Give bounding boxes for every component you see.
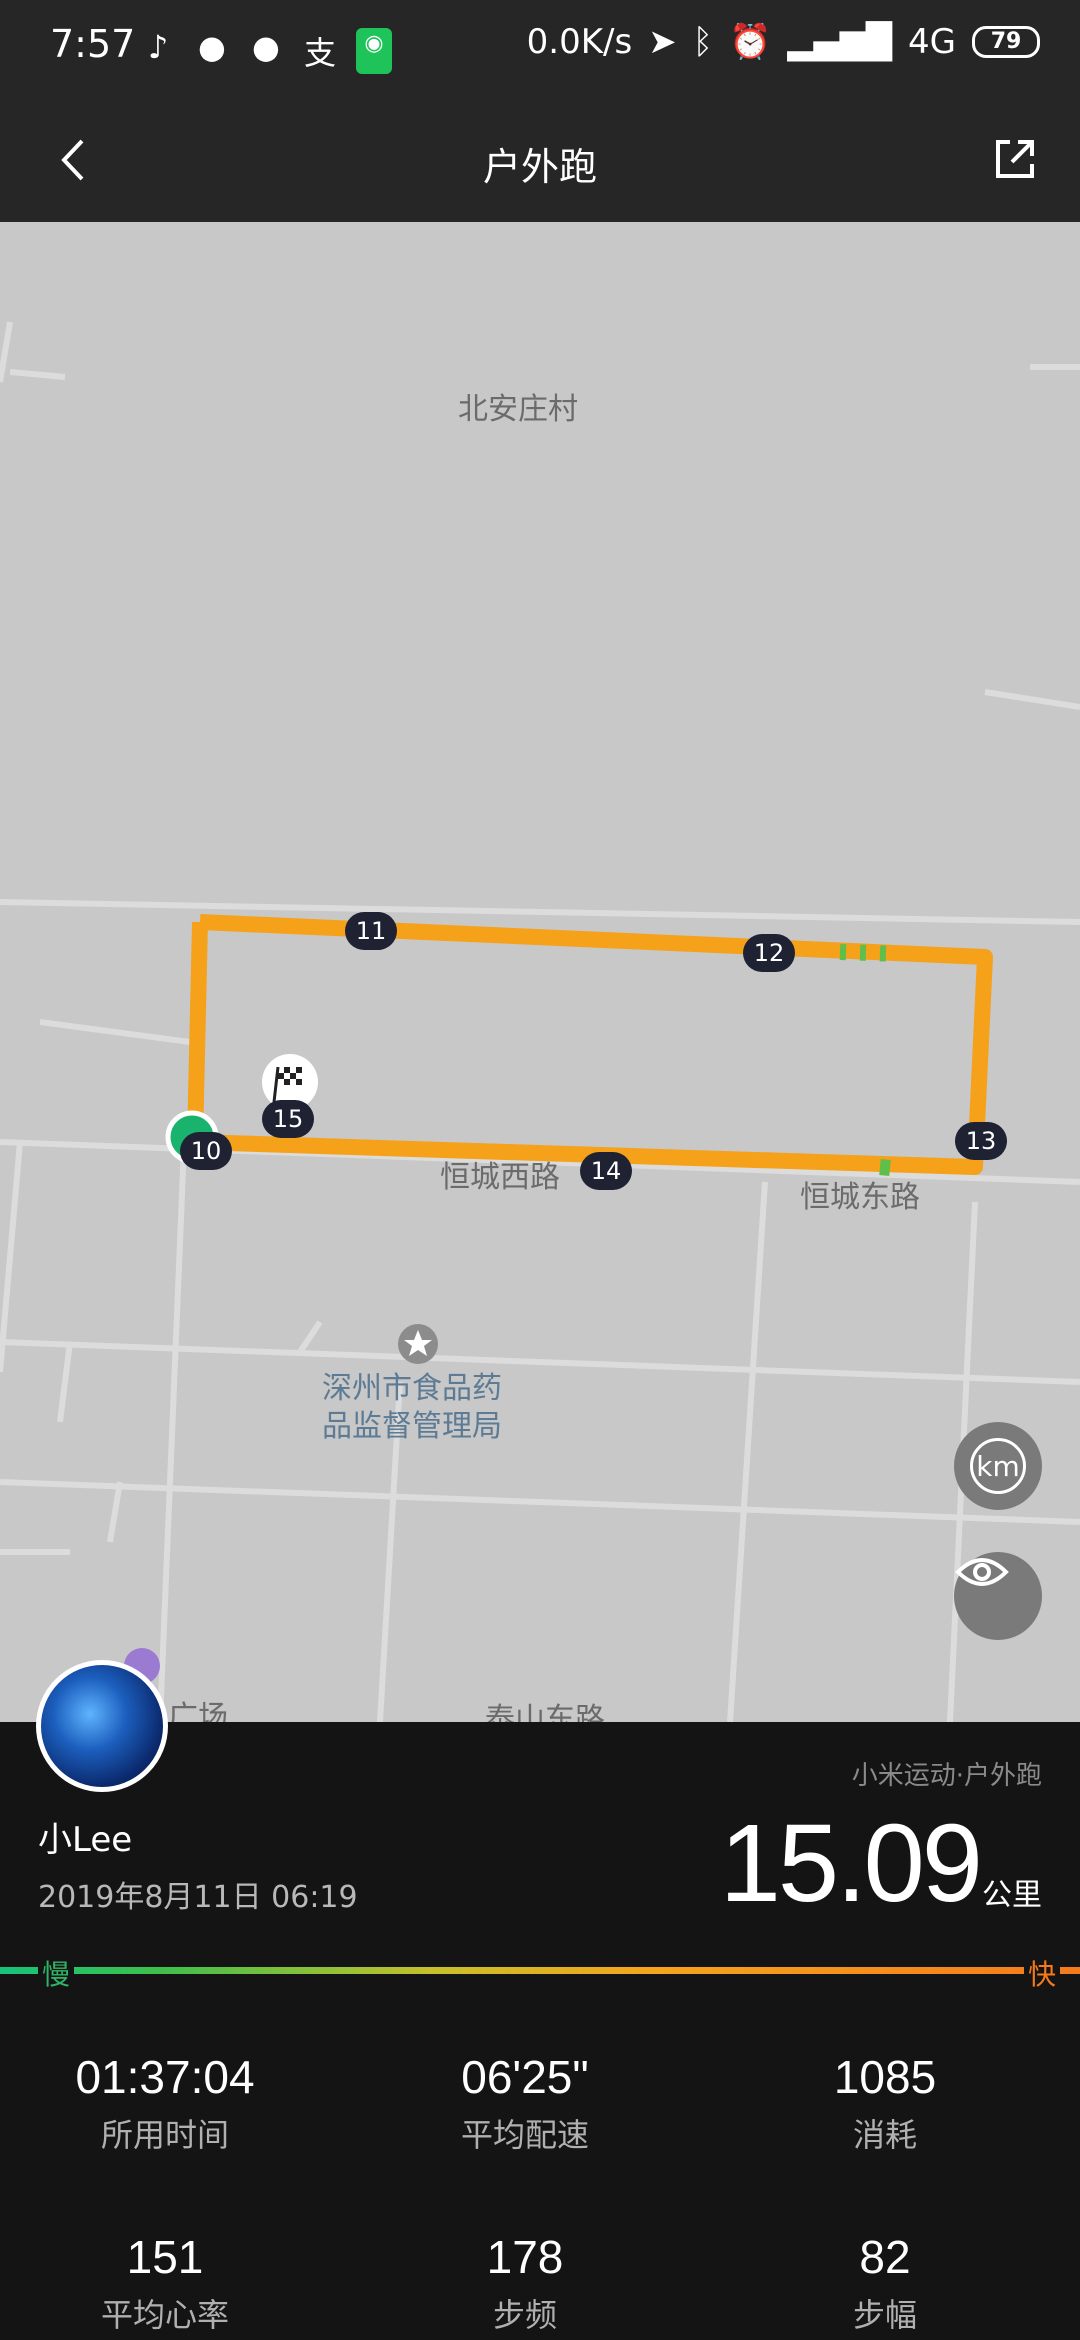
stat-duration: 01:37:04 所用时间: [0, 2050, 345, 2156]
stat-label: 所用时间: [100, 2116, 229, 2154]
pace-fast-label: 快: [1023, 1953, 1060, 1993]
app-header: 户外跑: [0, 100, 1080, 222]
distance-unit: 公里: [982, 1878, 1042, 1913]
map-label-road-west: 恒城西路: [440, 1160, 560, 1195]
bluetooth-icon: ᛒ: [692, 22, 714, 62]
km-icon: km: [970, 1438, 1026, 1494]
wechat-icon-2: ●: [252, 28, 280, 66]
location-icon: ➤: [648, 22, 677, 62]
km-marker: 12: [743, 934, 795, 972]
stat-cadence: 178 步频: [345, 2230, 705, 2336]
page-title: 户外跑: [482, 145, 597, 189]
status-time: 7:57: [50, 22, 136, 66]
km-marker: 13: [955, 1122, 1007, 1160]
net-speed: 0.0K/s: [526, 22, 633, 62]
alarm-icon: ⏰: [729, 22, 772, 62]
signal-icon: ▂▄▆█: [787, 22, 893, 62]
map-label-poi-line2: 品监督管理局: [322, 1409, 502, 1444]
battery-icon: 79: [972, 26, 1040, 58]
stat-value: 151: [126, 2231, 204, 2283]
km-marker: 14: [580, 1152, 632, 1190]
stat-label: 步频: [492, 2296, 557, 2334]
status-bar: 7:57 ♪ ● ● 支 ◉ 0.0K/s ➤ ᛒ ⏰ ▂▄▆█ 4G 79: [0, 0, 1080, 100]
map-label-plaza: 广场: [168, 1700, 228, 1722]
stat-heart-rate: 151 平均心率: [0, 2230, 345, 2336]
map-roads: [0, 321, 1080, 1722]
stat-label: 步幅: [852, 2296, 917, 2334]
stat-value: 01:37:04: [75, 2051, 255, 2103]
alipay-icon: 支: [303, 34, 336, 72]
stat-value: 06'25": [461, 2051, 589, 2103]
visibility-toggle-button[interactable]: [954, 1552, 1042, 1640]
data-source: 小米运动·户外跑: [851, 1761, 1042, 1791]
route-map[interactable]: 北安庄村 恒城西路 恒城东路 深州市食品药 品监督管理局 广场 泰山东路 10 …: [0, 222, 1080, 1722]
username: 小Lee: [38, 1820, 133, 1860]
eye-icon: [955, 1558, 1009, 1586]
stat-label: 消耗: [852, 2116, 917, 2154]
map-label-road-east: 恒城东路: [800, 1180, 920, 1215]
stat-value: 1085: [833, 2051, 937, 2103]
stat-pace: 06'25" 平均配速: [345, 2050, 705, 2156]
stat-label: 平均心率: [100, 2296, 229, 2334]
km-marker: 11: [345, 912, 397, 950]
share-button[interactable]: [990, 134, 1040, 184]
network-type: 4G: [908, 22, 956, 62]
notification-icons: ♪ ● ● 支 ◉: [140, 28, 392, 74]
map-label-village: 北安庄村: [458, 392, 578, 427]
status-right: 0.0K/s ➤ ᛒ ⏰ ▂▄▆█ 4G 79: [527, 22, 1040, 62]
stat-value: 82: [859, 2231, 911, 2283]
total-distance: 15.09: [719, 1802, 983, 1925]
avatar[interactable]: [36, 1660, 168, 1792]
wechat-icon: ●: [198, 28, 226, 66]
stat-calories: 1085 消耗: [705, 2050, 1065, 2156]
km-toggle-button[interactable]: km: [954, 1422, 1042, 1510]
workout-datetime: 2019年8月11日 06:19: [38, 1880, 358, 1915]
tiktok-icon: ♪: [147, 28, 169, 66]
map-label-road-south: 泰山东路: [485, 1702, 605, 1722]
stat-value: 178: [486, 2231, 564, 2283]
km-marker: 15: [262, 1100, 314, 1138]
km-marker: 10: [180, 1132, 232, 1170]
map-label-poi-line1: 深州市食品药: [322, 1371, 502, 1406]
pace-gradient-bar: [0, 1967, 1080, 1974]
pace-slow-label: 慢: [38, 1953, 75, 1993]
stat-label: 平均配速: [460, 2116, 589, 2154]
share-icon: [996, 140, 1034, 178]
app-icon: ◉: [356, 28, 392, 74]
stat-stride: 82 步幅: [705, 2230, 1065, 2336]
